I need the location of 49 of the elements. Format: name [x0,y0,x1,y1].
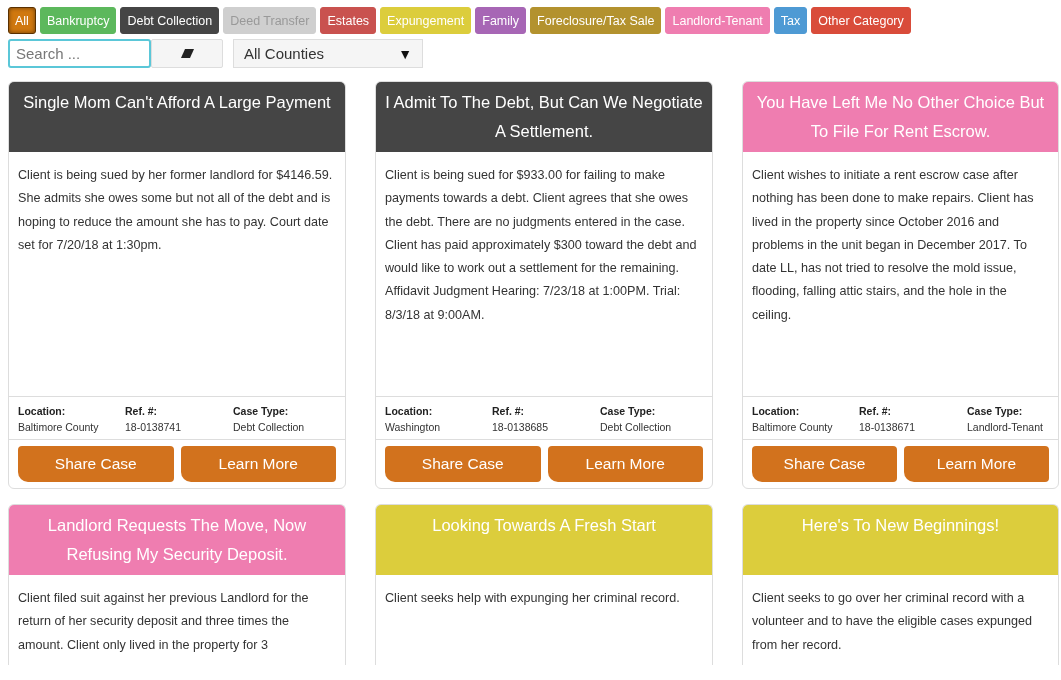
category-filter-tab[interactable]: Other Category [811,7,911,34]
detail-value: Baltimore County [18,421,100,433]
case-title: You Have Left Me No Other Choice But To File For Rent Escrow. [743,82,1058,152]
category-filter-tab[interactable]: Tax [773,7,808,34]
detail-label: Location: [752,405,801,417]
case-title: Here's To New Beginnings! [743,505,1058,575]
case-description: Client seeks to go over her criminal record with a volunteer and to have the eligible cases expunged from her record. [751,590,1034,654]
detail-label: Location: [385,405,434,417]
case-description: Client is being sued by her former landlord for $4146.59. She admits she owes some but not all of the debt and is hoping to reduce the amount she has to pay. Court date set for 7/20/18 at 1:30pm. [17,167,334,254]
detail-value: 18-0138741 [125,421,183,433]
case-title: Single Mom Can't Afford A Large Payment [9,82,345,152]
detail-label: Ref. #: [125,405,159,417]
share-button[interactable]: Share Case [18,446,174,482]
category-filter-tab[interactable]: Foreclosure/Tax Sale [530,7,662,34]
learn-more-button[interactable]: Learn More [180,446,336,482]
share-button[interactable]: Share Case [752,446,897,482]
detail-value: Washington [385,421,442,433]
detail-value: Baltimore County [752,421,834,433]
category-filter-tab[interactable]: Landlord-Tenant [665,7,770,34]
category-filter-tab[interactable]: Bankruptcy [39,7,117,34]
share-button[interactable]: Share Case [385,446,541,482]
category-filter-tab[interactable]: Estates [320,7,377,34]
detail-label: Case Type: [600,405,657,417]
clear-button[interactable] [151,39,223,68]
county-dropdown[interactable]: All Counties ▼ [233,39,423,68]
category-filter-tab[interactable]: Family [475,7,527,34]
detail-label: Ref. #: [859,405,893,417]
case-description: Client filed suit against her previous Landlord for the return of her security deposit and three times the amount. Client only lived in the property for 3 [17,590,310,654]
detail-value: Landlord-Tenant [967,421,1044,433]
search-field[interactable]: Search ... [8,39,151,68]
case-title: I Admit To The Debt, But Can We Negotiate A Settlement. [376,82,712,152]
case-title: Looking Towards A Fresh Start [376,505,712,575]
detail-label: Ref. #: [492,405,526,417]
case-title: Landlord Requests The Move, Now Refusing My Security Deposit. [9,505,345,575]
case-description: Client seeks help with expunging her criminal record. [384,590,681,607]
case-description: Client is being sued for $933.00 for failing to make payments towards a debt. Client agrees that she owes the debt. There are no judgments entered in the case. Client has paid approximately $300 toward the debt and would like to work out a settlement for the remaining. Affidavit Judgment Hearing: 7/23/18 at 1:00PM. Trial: 8/3/18 at 9:00AM. [384,167,698,324]
detail-value: Debt Collection [233,421,306,433]
eraser-icon [180,49,194,58]
detail-label: Location: [18,405,67,417]
detail-value: 18-0138685 [492,421,550,433]
detail-label: Case Type: [967,405,1024,417]
learn-more-button[interactable]: Learn More [904,446,1049,482]
detail-value: Debt Collection [600,421,673,433]
category-filter-tab[interactable]: All [8,7,36,34]
case-description: Client wishes to initiate a rent escrow case after nothing has been done to make repairs. Client has lived in the property since October 2016 and problems in the unit began in December 2017. To date LL, has not tried to resolve the mold issue, flooding, falling attic stairs, and the hole in the ceiling. [751,167,1035,324]
category-filter-tab[interactable]: Debt Collection [120,7,220,34]
learn-more-button[interactable]: Learn More [547,446,703,482]
detail-label: Case Type: [233,405,290,417]
detail-value: 18-0138671 [859,421,917,433]
